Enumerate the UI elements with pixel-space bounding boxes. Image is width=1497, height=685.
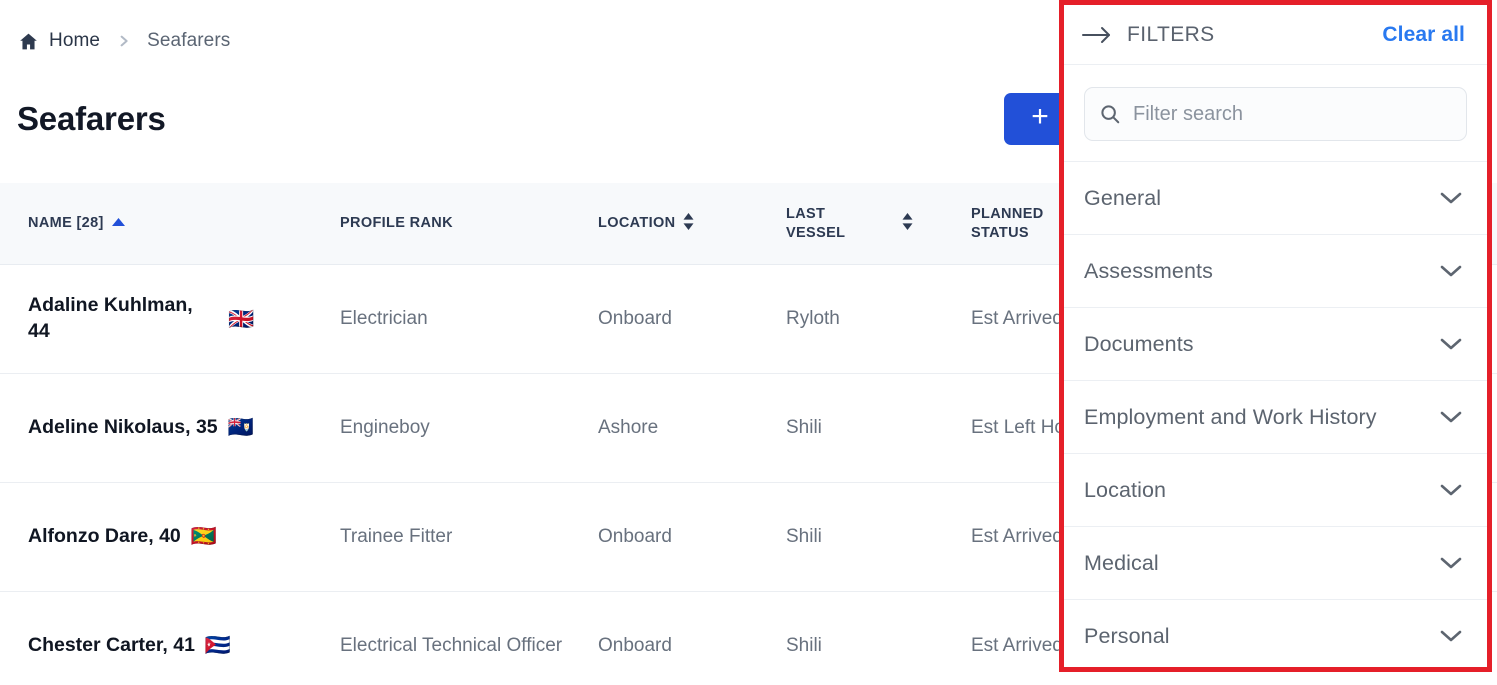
filter-category-documents[interactable]: Documents bbox=[1064, 308, 1487, 381]
cell-name: Alfonzo Dare, 40 🇬🇩 bbox=[0, 524, 340, 550]
cell-profile-rank: Engineboy bbox=[340, 417, 430, 439]
filter-category-label: Location bbox=[1084, 477, 1167, 502]
cell-name: Adeline Nikolaus, 35 🇦🇮 bbox=[0, 415, 340, 441]
cell-location: Onboard bbox=[598, 635, 672, 657]
cell-profile-rank: Electrical Technical Officer bbox=[340, 635, 563, 657]
seafarer-name[interactable]: Adeline Nikolaus, 35 bbox=[28, 415, 218, 441]
home-icon[interactable] bbox=[18, 31, 39, 52]
filter-category-label: General bbox=[1084, 185, 1162, 210]
cell-name: Adaline Kuhlman, 44 🇬🇧 bbox=[0, 293, 340, 344]
breadcrumb-current: Seafarers bbox=[147, 30, 231, 51]
column-header-profile-rank-label: PROFILE RANK bbox=[340, 215, 453, 232]
chevron-down-icon[interactable] bbox=[1439, 483, 1463, 497]
column-header-location-label: LOCATION bbox=[598, 215, 676, 232]
filters-search-container bbox=[1064, 65, 1487, 161]
chevron-down-icon[interactable] bbox=[1439, 191, 1463, 205]
filter-category-label: Medical bbox=[1084, 550, 1159, 575]
chevron-right-icon bbox=[116, 32, 131, 50]
column-header-last-vessel[interactable]: LAST VESSEL bbox=[786, 205, 971, 242]
chevron-down-icon[interactable] bbox=[1439, 556, 1463, 570]
filter-category-label: Documents bbox=[1084, 331, 1194, 356]
filters-title: FILTERS bbox=[1127, 22, 1215, 46]
seafarer-name[interactable]: Chester Carter, 41 bbox=[28, 633, 195, 659]
filters-panel-header: FILTERS Clear all bbox=[1064, 5, 1487, 65]
filter-category-employment-and-work-history[interactable]: Employment and Work History bbox=[1064, 381, 1487, 454]
sort-ascending-icon[interactable] bbox=[111, 215, 125, 231]
filters-panel: FILTERS Clear all General Assessments Docu… bbox=[1059, 0, 1492, 672]
grenada-flag: 🇬🇩 bbox=[190, 525, 217, 549]
chevron-down-icon[interactable] bbox=[1439, 410, 1463, 424]
column-header-planned-status-label: PLANNED STATUS bbox=[971, 205, 1044, 241]
filter-category-label: Employment and Work History bbox=[1084, 404, 1377, 429]
cell-last-vessel: Ryloth bbox=[786, 308, 840, 330]
column-header-name[interactable]: NAME [28] bbox=[0, 214, 340, 233]
column-header-location[interactable]: LOCATION bbox=[598, 212, 786, 235]
filter-category-list: General Assessments Documents Employment an… bbox=[1064, 161, 1487, 667]
cell-name: Chester Carter, 41 🇨🇺 bbox=[0, 633, 340, 659]
column-header-profile-rank[interactable]: PROFILE RANK bbox=[340, 214, 598, 233]
cell-last-vessel: Shili bbox=[786, 526, 822, 548]
united-kingdom-flag: 🇬🇧 bbox=[228, 307, 255, 331]
chevron-down-icon[interactable] bbox=[1439, 629, 1463, 643]
cell-profile-rank: Electrician bbox=[340, 308, 428, 330]
cuba-flag: 🇨🇺 bbox=[204, 634, 232, 658]
cell-profile-rank: Trainee Fitter bbox=[340, 526, 453, 548]
breadcrumb: Home Seafarers bbox=[18, 26, 230, 56]
filter-search-input[interactable] bbox=[1133, 102, 1452, 126]
filter-category-assessments[interactable]: Assessments bbox=[1064, 235, 1487, 308]
filter-category-medical[interactable]: Medical bbox=[1064, 527, 1487, 600]
column-header-last-vessel-label: LAST VESSEL bbox=[786, 205, 846, 241]
seafarer-name[interactable]: Adaline Kuhlman, 44 bbox=[28, 293, 218, 344]
sort-toggle-icon[interactable] bbox=[683, 212, 694, 235]
clear-all-button[interactable]: Clear all bbox=[1382, 23, 1465, 47]
cell-location: Onboard bbox=[598, 308, 672, 330]
breadcrumb-home-link[interactable]: Home bbox=[49, 30, 100, 52]
filter-category-personal[interactable]: Personal bbox=[1064, 600, 1487, 667]
plus-icon: + bbox=[1031, 100, 1049, 133]
sort-toggle-icon[interactable] bbox=[902, 212, 913, 235]
filter-category-label: Personal bbox=[1084, 623, 1170, 648]
arrow-right-icon[interactable] bbox=[1082, 25, 1112, 45]
chevron-down-icon[interactable] bbox=[1439, 264, 1463, 278]
filter-category-location[interactable]: Location bbox=[1064, 454, 1487, 527]
column-header-name-label: NAME [28] bbox=[28, 215, 104, 232]
seafarer-name[interactable]: Alfonzo Dare, 40 bbox=[28, 524, 181, 550]
seafarers-page: Home Seafarers Seafarers + NAME [28] PRO… bbox=[0, 0, 1497, 685]
cell-last-vessel: Shili bbox=[786, 417, 822, 439]
anguilla-flag: 🇦🇮 bbox=[227, 416, 254, 440]
filter-category-general[interactable]: General bbox=[1064, 162, 1487, 235]
page-title: Seafarers bbox=[17, 100, 166, 137]
chevron-down-icon[interactable] bbox=[1439, 337, 1463, 351]
cell-location: Ashore bbox=[598, 417, 659, 439]
cell-last-vessel: Shili bbox=[786, 635, 822, 657]
cell-location: Onboard bbox=[598, 526, 672, 548]
search-icon bbox=[1099, 103, 1121, 125]
filter-search-box[interactable] bbox=[1084, 87, 1467, 141]
filter-category-label: Assessments bbox=[1084, 258, 1213, 283]
